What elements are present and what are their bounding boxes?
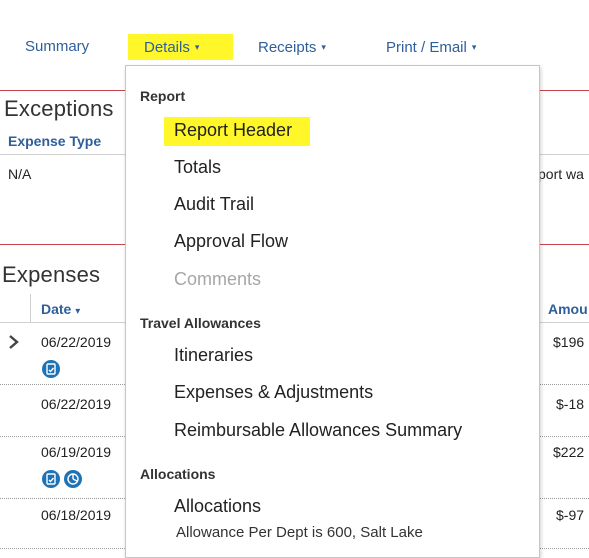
caret-down-icon: ▾ — [471, 42, 477, 52]
menu-group-travel-allowances: Travel Allowances — [140, 315, 261, 331]
exception-expense-type: N/A — [8, 166, 32, 182]
underlying-row-text: Allowance Per Dept is 600, Salt Lake — [176, 524, 423, 541]
receipt-icon[interactable] — [42, 470, 60, 488]
tab-details[interactable]: Details ▾ — [144, 38, 199, 57]
expenses-title: Expenses — [2, 262, 101, 287]
menu-item-itineraries[interactable]: Itineraries — [174, 344, 253, 366]
exceptions-title: Exceptions — [4, 96, 114, 121]
expense-amount: $-97 — [556, 507, 585, 523]
caret-down-icon: ▾ — [321, 42, 326, 52]
expense-amount: $-18 — [556, 396, 585, 412]
date-column-header[interactable]: Date ▾ — [41, 301, 80, 317]
tab-summary[interactable]: Summary — [25, 38, 89, 56]
menu-item-totals[interactable]: Totals — [174, 156, 221, 178]
menu-group-allocations: Allocations — [140, 466, 216, 482]
tab-summary-label: Summary — [25, 38, 90, 55]
amount-column-header[interactable]: Amou — [548, 301, 588, 317]
tab-print-email[interactable]: Print / Email ▾ — [386, 38, 476, 57]
menu-item-allocations[interactable]: Allocations — [174, 495, 261, 517]
expense-date[interactable]: 06/19/2019 — [41, 444, 111, 460]
chevron-right-icon[interactable] — [4, 332, 24, 352]
tab-print-email-label: Print / Email — [386, 39, 467, 56]
menu-item-report-header[interactable]: Report Header — [174, 119, 292, 141]
expense-date[interactable]: 06/22/2019 — [41, 334, 111, 350]
tab-receipts[interactable]: Receipts ▾ — [258, 38, 326, 57]
allocation-pie-icon[interactable] — [64, 470, 82, 488]
sort-down-icon: ▾ — [75, 306, 81, 317]
menu-item-expenses-adjustments[interactable]: Expenses & Adjustments — [174, 381, 373, 403]
column-divider — [30, 294, 31, 322]
expense-date[interactable]: 06/22/2019 — [41, 396, 111, 412]
expense-date[interactable]: 06/18/2019 — [41, 507, 111, 523]
menu-item-comments: Comments — [174, 269, 262, 289]
expense-type-column-header[interactable]: Expense Type — [8, 133, 101, 149]
menu-group-report: Report — [140, 88, 186, 104]
tab-receipts-label: Receipts — [258, 39, 317, 56]
date-column-label: Date — [41, 301, 72, 317]
exception-message: port wa — [538, 166, 584, 182]
menu-item-approval-flow[interactable]: Approval Flow — [174, 230, 288, 252]
expense-amount: $222 — [553, 444, 585, 460]
receipt-icon[interactable] — [42, 360, 60, 378]
menu-item-reimbursable-allowances-summary[interactable]: Reimbursable Allowances Summary — [174, 419, 462, 441]
details-dropdown-menu: Report Report Header Totals Audit Trail … — [125, 65, 540, 558]
expense-amount: $196 — [553, 334, 585, 350]
caret-down-icon: ▾ — [194, 42, 200, 52]
tab-details-label: Details — [144, 39, 190, 56]
menu-item-audit-trail[interactable]: Audit Trail — [174, 193, 254, 215]
